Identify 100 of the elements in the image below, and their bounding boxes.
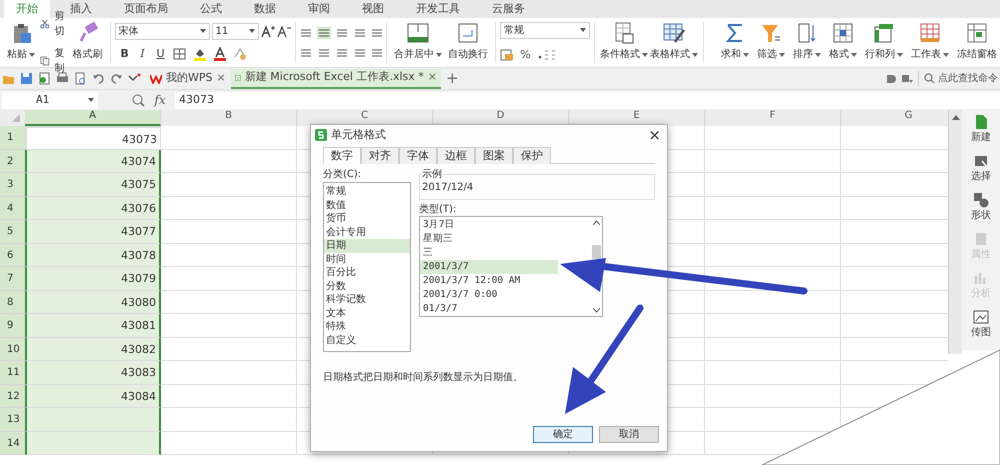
- row-header[interactable]: 7: [0, 267, 25, 290]
- table-cell[interactable]: 43078: [25, 244, 161, 267]
- ribbon-button[interactable]: 格式刷: [70, 18, 106, 67]
- dialog-button[interactable]: 取消: [599, 426, 659, 443]
- type-item[interactable]: 2001/3/7: [420, 260, 558, 274]
- new-tab-button[interactable]: +: [446, 71, 459, 86]
- row-header[interactable]: 8: [0, 290, 25, 314]
- format-button[interactable]: B: [118, 46, 131, 62]
- row-header[interactable]: 12: [0, 384, 25, 408]
- table-cell[interactable]: 43080: [25, 290, 161, 314]
- column-header[interactable]: A: [25, 110, 161, 126]
- category-item[interactable]: 时间: [324, 252, 410, 266]
- ribbon-button[interactable]: 合并居中: [391, 18, 446, 67]
- number-format-select[interactable]: 常规: [500, 22, 590, 39]
- category-item[interactable]: 会计专用: [324, 226, 410, 239]
- dialog-tab[interactable]: 对齐: [361, 147, 399, 164]
- ribbon-button[interactable]: 求和: [718, 18, 752, 67]
- row-header[interactable]: 3: [0, 173, 25, 196]
- category-item[interactable]: 自定义: [324, 334, 410, 347]
- ribbon-button[interactable]: 工作表: [908, 18, 952, 67]
- category-item[interactable]: 百分比: [324, 266, 410, 280]
- dialog-tab[interactable]: 图案: [475, 147, 513, 164]
- dialog-tab[interactable]: 边框: [437, 147, 475, 164]
- ribbon-tab[interactable]: 页面布局: [112, 0, 180, 18]
- type-item[interactable]: 3月7日: [420, 218, 558, 232]
- ribbon-button[interactable]: 条件格式: [599, 18, 650, 67]
- ribbon-tab[interactable]: 开发工具: [404, 0, 472, 18]
- table-cell[interactable]: 43081: [25, 314, 161, 338]
- table-cell[interactable]: 43084: [25, 384, 161, 408]
- dialog-tab[interactable]: 数字: [323, 147, 361, 164]
- type-item[interactable]: 2001/3/7 12:00 AM: [420, 274, 558, 288]
- ribbon-button[interactable]: 行和列: [862, 18, 906, 67]
- category-item[interactable]: 数值: [324, 198, 410, 212]
- name-box[interactable]: A1: [2, 92, 98, 108]
- font-select[interactable]: 宋体: [114, 22, 210, 40]
- column-header[interactable]: E: [569, 110, 705, 126]
- table-cell[interactable]: 43077: [25, 220, 161, 244]
- ribbon-button[interactable]: 自动换行: [445, 18, 492, 67]
- type-item[interactable]: 2001/3/7 0:00: [420, 288, 558, 302]
- dialog-tab[interactable]: 保护: [513, 147, 551, 164]
- ribbon-button[interactable]: 排序: [790, 18, 824, 67]
- side-panel-button[interactable]: 传图: [971, 309, 991, 339]
- category-item[interactable]: 特殊: [324, 320, 410, 334]
- ribbon-button[interactable]: 格式: [826, 18, 860, 67]
- search-field[interactable]: 点此查找命令: [918, 71, 1000, 86]
- formula-input[interactable]: 43073: [175, 92, 1000, 108]
- category-list[interactable]: 常规 数值 货币 会计专用 日期 时间 百分比 分数 科学记数 文本 特殊 自定义: [323, 182, 411, 352]
- percent-button[interactable]: %: [520, 46, 531, 64]
- font-size-select[interactable]: 11: [212, 22, 259, 40]
- type-item[interactable]: 星期三: [420, 232, 558, 246]
- category-item[interactable]: 货币: [324, 212, 410, 226]
- category-item[interactable]: 日期: [324, 239, 410, 252]
- close-tab-button[interactable]: ×: [428, 69, 437, 86]
- row-header[interactable]: 6: [0, 244, 25, 267]
- row-header[interactable]: 4: [0, 196, 25, 220]
- dialog-tab[interactable]: 字体: [399, 147, 437, 164]
- row-header[interactable]: 11: [0, 361, 25, 384]
- table-cell[interactable]: 43076: [25, 196, 161, 220]
- column-header[interactable]: B: [161, 110, 297, 126]
- side-panel-button[interactable]: 形状: [971, 192, 991, 222]
- ribbon-tab[interactable]: 公式: [188, 0, 234, 18]
- type-item[interactable]: 01/3/7: [420, 302, 558, 316]
- table-cell[interactable]: 43073: [25, 126, 161, 150]
- ribbon-button[interactable]: 粘贴: [4, 18, 38, 67]
- type-item[interactable]: 三: [420, 246, 558, 260]
- ribbon-tab[interactable]: 云服务: [480, 0, 537, 18]
- side-panel-button[interactable]: 新建: [971, 114, 991, 144]
- document-tab[interactable]: 新建 Microsoft Excel 工作表.xlsx * ×: [231, 68, 441, 88]
- row-header[interactable]: 5: [0, 220, 25, 244]
- ribbon-button[interactable]: 冻结窗格: [954, 18, 1000, 67]
- column-header[interactable]: G: [841, 110, 948, 126]
- ribbon-tab[interactable]: 开始: [4, 0, 50, 18]
- table-cell[interactable]: 43083: [25, 361, 161, 384]
- row-header[interactable]: 14: [0, 432, 25, 455]
- close-button[interactable]: ×: [648, 124, 663, 146]
- ribbon-button[interactable]: 筛选: [754, 18, 788, 67]
- row-header[interactable]: 1: [0, 126, 25, 150]
- category-item[interactable]: 常规: [324, 185, 410, 198]
- category-item[interactable]: 科学记数: [324, 293, 410, 306]
- row-header[interactable]: 2: [0, 150, 25, 173]
- function-button[interactable]: fx: [149, 91, 171, 109]
- ribbon-tab[interactable]: 审阅: [296, 0, 342, 18]
- category-item[interactable]: 文本: [324, 306, 410, 320]
- row-header[interactable]: 10: [0, 338, 25, 361]
- table-cell[interactable]: 43082: [25, 338, 161, 361]
- table-cell[interactable]: 43074: [25, 150, 161, 173]
- table-cell[interactable]: 43079: [25, 267, 161, 290]
- row-header[interactable]: 9: [0, 314, 25, 338]
- row-header[interactable]: 13: [0, 408, 25, 432]
- format-button[interactable]: U: [154, 46, 167, 62]
- close-tab-button[interactable]: ×: [216, 70, 226, 87]
- dialog-button[interactable]: 确定: [533, 426, 593, 443]
- type-list[interactable]: 3月7日 星期三 三 2001/3/7 2001/3/7 12:00 AM 2001/3/7 0:00 01/3/7: [419, 216, 603, 317]
- ribbon-tab[interactable]: 数据: [242, 0, 288, 18]
- side-panel-button[interactable]: 选择: [971, 153, 991, 183]
- category-item[interactable]: 分数: [324, 280, 410, 293]
- column-header[interactable]: F: [705, 110, 841, 126]
- ribbon-tab[interactable]: 视图: [350, 0, 396, 18]
- ribbon-button[interactable]: 表格样式: [649, 18, 700, 67]
- format-button[interactable]: I: [136, 46, 149, 62]
